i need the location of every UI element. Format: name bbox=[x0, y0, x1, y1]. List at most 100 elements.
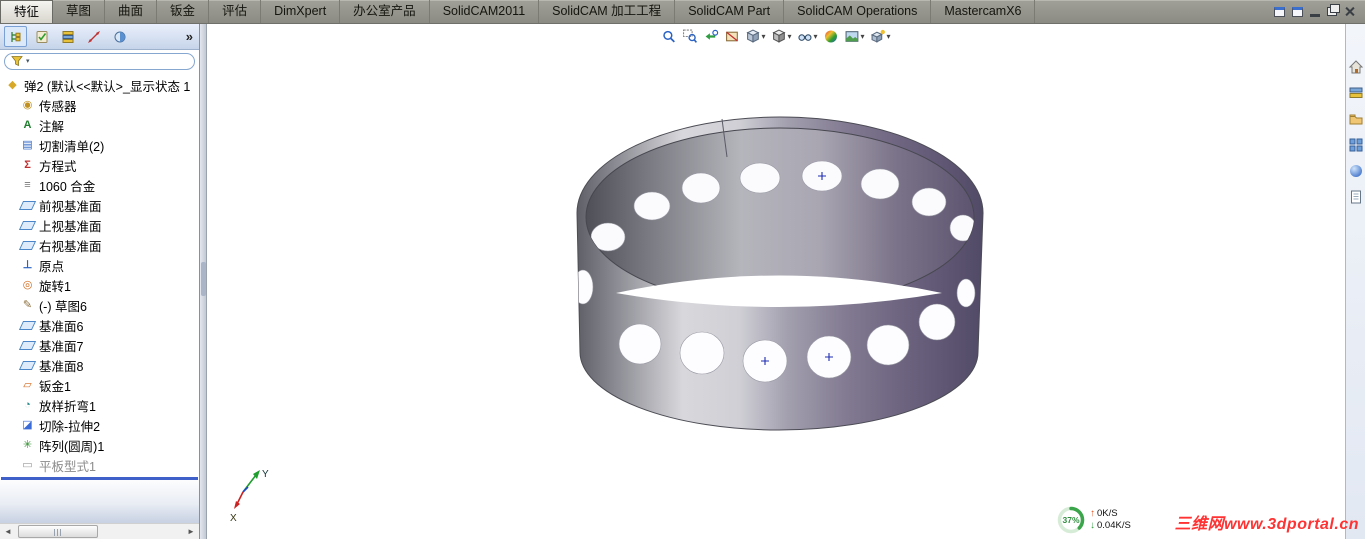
tab-sketch[interactable]: 草图 bbox=[53, 0, 106, 23]
document-icon[interactable] bbox=[1292, 6, 1303, 17]
plane-icon bbox=[20, 318, 35, 333]
net-speed-widget[interactable]: 37% 0K/S 0.04K/S bbox=[1056, 505, 1131, 535]
sidebar-item-cut-extrude2[interactable]: 切除-拉伸2 bbox=[0, 415, 199, 435]
tree-root-part[interactable]: 弹2 (默认<<默认>_显示状态 1 bbox=[0, 75, 199, 95]
scene-icon bbox=[845, 30, 859, 42]
sidebar-item-flat-pattern1[interactable]: 平板型式1 bbox=[0, 455, 199, 475]
main-area: » 弹2 (默认<<默认>_显示状态 1 传感器 注解 切割清单(2) 方程式 … bbox=[0, 24, 1365, 539]
sidebar-item-plane8[interactable]: 基准面8 bbox=[0, 355, 199, 375]
dimxpertmanager-icon[interactable] bbox=[82, 26, 105, 47]
featuremanager-icon[interactable] bbox=[4, 26, 27, 47]
propertymanager-icon[interactable] bbox=[30, 26, 53, 47]
zoom-area-button[interactable] bbox=[680, 26, 699, 46]
tab-sheet-metal[interactable]: 钣金 bbox=[157, 0, 210, 23]
file-explorer-icon[interactable] bbox=[1347, 110, 1365, 128]
sidebar-item-right-plane[interactable]: 右视基准面 bbox=[0, 235, 199, 255]
sidebar-item-annotations[interactable]: 注解 bbox=[0, 115, 199, 135]
section-view-icon bbox=[726, 31, 738, 41]
view-palette-icon[interactable] bbox=[1347, 136, 1365, 154]
tree-horizontal-scrollbar[interactable]: ◄ ► bbox=[0, 523, 199, 539]
panel-splitter[interactable] bbox=[200, 24, 207, 539]
chevron-down-icon bbox=[761, 32, 765, 41]
sidebar-item-plane6[interactable]: 基准面6 bbox=[0, 315, 199, 335]
tab-bar-spacer bbox=[1035, 0, 1264, 23]
document-properties-icon[interactable] bbox=[1347, 188, 1365, 206]
cut-extrude-icon bbox=[20, 418, 35, 433]
section-view-button[interactable] bbox=[722, 26, 741, 46]
flat-pattern-icon bbox=[20, 458, 35, 473]
tab-mastercamx6[interactable]: MastercamX6 bbox=[931, 0, 1036, 23]
minimize-icon[interactable] bbox=[1310, 13, 1320, 17]
plane-icon bbox=[20, 198, 35, 213]
command-tab-bar: 特征 草图 曲面 钣金 评估 DimXpert 办公室产品 SolidCAM20… bbox=[0, 0, 1365, 24]
home-icon[interactable] bbox=[1347, 58, 1365, 76]
equations-icon bbox=[20, 158, 35, 173]
design-library-icon[interactable] bbox=[1347, 84, 1365, 102]
model-ring[interactable] bbox=[573, 116, 984, 431]
view-orientation-button[interactable] bbox=[743, 26, 767, 46]
sidebar-item-origin[interactable]: 原点 bbox=[0, 255, 199, 275]
sidebar-item-plane7[interactable]: 基准面7 bbox=[0, 335, 199, 355]
sidebar-item-revolve1[interactable]: 旋转1 bbox=[0, 275, 199, 295]
display-style-button[interactable] bbox=[769, 26, 793, 46]
more-tabs-chevron[interactable]: » bbox=[186, 29, 195, 44]
circular-pattern-icon bbox=[20, 438, 35, 453]
scroll-right-button[interactable]: ► bbox=[183, 524, 199, 539]
plane-icon bbox=[20, 358, 35, 373]
plane-icon bbox=[20, 338, 35, 353]
watermark-text: 三维网www.3dportal.cn bbox=[1174, 516, 1359, 533]
configurationmanager-icon[interactable] bbox=[56, 26, 79, 47]
tab-solidcam-machining[interactable]: SolidCAM 加工工程 bbox=[539, 0, 676, 23]
sidebar-item-cut-list[interactable]: 切割清单(2) bbox=[0, 135, 199, 155]
download-arrow-icon bbox=[1090, 520, 1095, 532]
appearances-icon[interactable] bbox=[1347, 162, 1365, 180]
svg-text:Y: Y bbox=[262, 469, 269, 480]
document-icon[interactable] bbox=[1274, 6, 1285, 17]
tab-solidcam-part[interactable]: SolidCAM Part bbox=[675, 0, 785, 23]
sidebar-item-circular-pattern1[interactable]: 阵列(圆周)1 bbox=[0, 435, 199, 455]
sidebar-item-top-plane[interactable]: 上视基准面 bbox=[0, 215, 199, 235]
edit-appearance-button[interactable] bbox=[822, 26, 841, 46]
tab-dimxpert[interactable]: DimXpert bbox=[261, 0, 341, 23]
sidebar-item-equations[interactable]: 方程式 bbox=[0, 155, 199, 175]
task-pane-tabs bbox=[1345, 24, 1365, 539]
tab-solidcam2011[interactable]: SolidCAM2011 bbox=[430, 0, 540, 23]
restore-icon[interactable] bbox=[1327, 4, 1340, 16]
plane-icon bbox=[20, 218, 35, 233]
tab-surfaces[interactable]: 曲面 bbox=[105, 0, 158, 23]
splitter-grip-icon[interactable] bbox=[201, 262, 206, 296]
sidebar-item-sensors[interactable]: 传感器 bbox=[0, 95, 199, 115]
tree-root-label: 弹2 (默认<<默认>_显示状态 1 bbox=[24, 79, 191, 94]
view-settings-button[interactable] bbox=[869, 26, 893, 46]
tab-office-products[interactable]: 办公室产品 bbox=[340, 0, 430, 23]
sidebar-item-front-plane[interactable]: 前视基准面 bbox=[0, 195, 199, 215]
graphics-area[interactable]: Y X bbox=[207, 24, 1345, 539]
chevron-down-icon bbox=[787, 32, 791, 41]
window-controls bbox=[1264, 0, 1365, 23]
filter-input[interactable] bbox=[4, 52, 195, 70]
origin-triad: Y X bbox=[230, 469, 269, 524]
solidworks-window: 特征 草图 曲面 钣金 评估 DimXpert 办公室产品 SolidCAM20… bbox=[0, 0, 1365, 539]
feature-tree: 弹2 (默认<<默认>_显示状态 1 传感器 注解 切割清单(2) 方程式 10… bbox=[0, 72, 199, 480]
apply-scene-button[interactable] bbox=[843, 26, 867, 46]
tab-features[interactable]: 特征 bbox=[0, 0, 54, 23]
svg-text:X: X bbox=[230, 513, 237, 524]
sidebar-item-sketch6[interactable]: (-) 草图6 bbox=[0, 295, 199, 315]
sidebar-item-lofted-bend1[interactable]: 放样折弯1 bbox=[0, 395, 199, 415]
zoom-area-icon bbox=[682, 29, 698, 43]
hide-show-items-button[interactable] bbox=[795, 26, 819, 46]
scrollbar-thumb[interactable] bbox=[18, 525, 98, 538]
sidebar-item-sheet-metal1[interactable]: 钣金1 bbox=[0, 375, 199, 395]
tab-solidcam-operations[interactable]: SolidCAM Operations bbox=[784, 0, 932, 23]
close-icon[interactable] bbox=[1344, 6, 1355, 17]
sketch-icon bbox=[20, 298, 35, 313]
view-orientation-icon bbox=[746, 28, 760, 43]
displaymanager-icon[interactable] bbox=[108, 26, 131, 47]
tab-evaluate[interactable]: 评估 bbox=[209, 0, 262, 23]
scroll-left-button[interactable]: ◄ bbox=[0, 524, 16, 539]
sidebar-item-material[interactable]: 1060 合金 bbox=[0, 175, 199, 195]
previous-view-button[interactable] bbox=[701, 26, 720, 46]
material-icon bbox=[20, 178, 35, 193]
zoom-fit-button[interactable] bbox=[659, 26, 678, 46]
chevron-down-icon bbox=[26, 57, 30, 65]
